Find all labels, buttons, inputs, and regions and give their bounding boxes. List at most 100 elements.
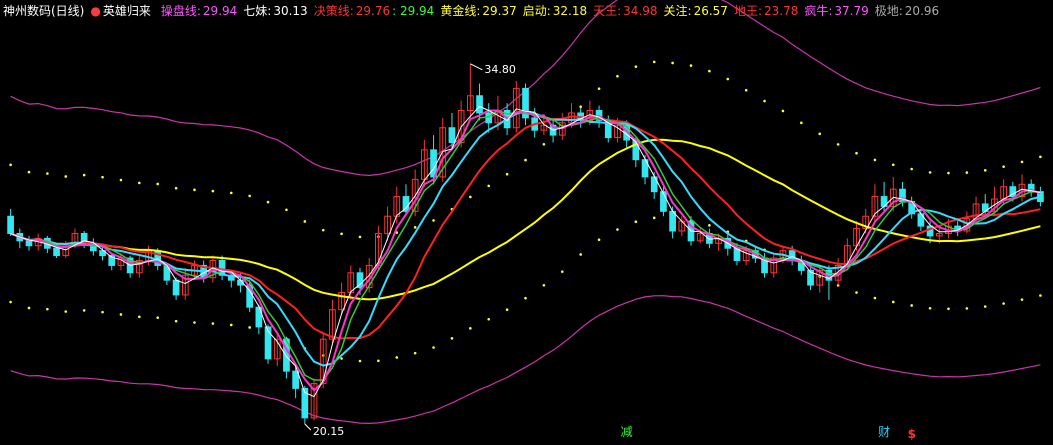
indicator-label: 决策线: <box>313 4 354 18</box>
indicator-value: 37.79 <box>834 4 869 18</box>
candle-body <box>448 127 456 143</box>
signal-finance-marker[interactable]: 财 <box>878 426 890 438</box>
low-price-label: 20.15 <box>312 425 345 439</box>
upper-dot-band-point <box>726 77 730 81</box>
upper-dot-band-point <box>27 170 31 174</box>
upper-dot-band-point <box>928 171 932 174</box>
lower-dot-band-point <box>450 337 454 340</box>
lower-dot-band-point <box>395 356 399 359</box>
upper-dot-band-point <box>119 178 123 182</box>
upper-dot-band-point <box>469 195 472 199</box>
upper-dot-band-point <box>487 184 491 188</box>
upper-dot-band-point <box>910 167 913 171</box>
low-pointer <box>304 423 312 431</box>
indicator-value: 20.96 <box>904 4 940 18</box>
upper-dot-band-point <box>138 181 141 185</box>
upper-dot-band-point <box>542 143 546 146</box>
upper-dot-band-point <box>156 182 160 186</box>
lower-dot-band-point <box>119 313 123 316</box>
upper-dot-band-point <box>579 105 582 109</box>
upper-dot-band-point <box>781 109 785 113</box>
upper-dot-band-point <box>248 194 251 198</box>
upper-dot-band-point <box>432 219 435 222</box>
lower-dot-band-point <box>174 319 178 323</box>
indicator-value: 32.18 <box>552 4 588 18</box>
signal-dollar-marker[interactable]: $ <box>908 428 916 440</box>
lower-dot-band-point <box>1020 298 1024 301</box>
signal-reduce-marker[interactable]: 减 <box>621 426 633 438</box>
upper-dot-band-point <box>708 69 711 73</box>
lower-dot-band-point <box>928 306 932 310</box>
candle-body <box>485 112 493 124</box>
upper-dot-band-point <box>634 65 638 68</box>
candle-body <box>255 306 263 328</box>
candle-body <box>292 370 299 389</box>
indicator-value: 34.98 <box>623 4 658 18</box>
lower-dot-band-point <box>1002 302 1005 305</box>
upper-dot-band-point <box>174 186 178 190</box>
lower-dot-band-point <box>229 323 233 327</box>
indicator-label: 极地: <box>874 4 903 18</box>
upper-dot-band-point <box>321 228 325 232</box>
upper-dot-band-point <box>303 220 307 223</box>
lower-dot-band-point <box>432 346 435 349</box>
high-price-label: 34.80 <box>484 62 516 76</box>
upper-dot-band-point <box>505 172 509 176</box>
lower-dot-band-point <box>211 322 215 325</box>
upper-dot-band-point <box>193 188 196 192</box>
lower-dot-band-point <box>634 220 638 224</box>
chart-title: 神州数码(日线) <box>3 4 85 18</box>
lower-dot-band-point <box>358 359 362 363</box>
upper-dot-band-point <box>597 87 601 90</box>
lower-dot-band-point <box>965 307 969 310</box>
indicator-name[interactable]: 英雄归来 <box>103 0 151 22</box>
indicator-value: 26.57 <box>693 4 728 18</box>
lower-dot-band-point <box>377 359 380 363</box>
kline-chart[interactable] <box>0 0 1053 445</box>
lower-dot-band-point <box>708 224 711 227</box>
indicator-marker-icon: ● <box>90 4 101 18</box>
lower-dot-band-point <box>156 316 160 319</box>
upper-dot-band-point <box>965 171 969 174</box>
green-ma-line <box>10 109 1041 381</box>
upper-dot-band-point <box>671 61 674 65</box>
lower-dot-band-point <box>560 270 564 273</box>
upper-dot-band-point <box>524 158 527 162</box>
lower-band-line <box>10 295 1041 425</box>
lower-dot-band-point <box>487 317 491 321</box>
indicator-label: 关注: <box>663 4 692 18</box>
upper-dot-band-point <box>211 189 215 193</box>
upper-dot-band-point <box>800 121 803 125</box>
indicator-label: 七妹: <box>243 4 272 18</box>
upper-dot-band-point <box>9 163 12 167</box>
lower-dot-band-point <box>579 253 582 256</box>
lower-dot-band-point <box>248 326 251 329</box>
indicator-label: 操盘线: <box>160 4 201 18</box>
upper-dot-band-point <box>744 88 748 92</box>
lower-dot-band-point <box>101 310 104 314</box>
high-pointer <box>470 63 483 71</box>
operation-line <box>10 109 1041 392</box>
lower-dot-band-point <box>469 327 472 330</box>
candle-body <box>25 240 33 247</box>
lower-dot-band-point <box>193 321 196 324</box>
lower-dot-band-point <box>983 305 987 308</box>
upper-dot-band-point <box>689 64 693 67</box>
indicator-value: 30.13 <box>273 4 308 18</box>
lower-dot-band-point <box>891 300 895 304</box>
upper-dot-band-point <box>82 173 86 177</box>
upper-dot-band-point <box>947 171 950 175</box>
lower-dot-band-point <box>616 228 619 231</box>
decision-line <box>10 115 1041 340</box>
lower-dot-band-point <box>82 309 86 312</box>
lower-dot-band-point <box>1039 294 1042 297</box>
lower-dot-band-point <box>413 351 417 355</box>
upper-dot-band-point <box>616 74 619 78</box>
upper-dot-band-point <box>855 151 858 155</box>
lower-dot-band-point <box>947 307 950 311</box>
indicator-value: 23.78 <box>763 4 799 18</box>
indicator-value: 29.76 <box>355 4 391 18</box>
indicator-label: 地王: <box>733 4 762 18</box>
indicator-values: 操盘线: 29.94 七妹: 30.13 决策线: 29.76: 29.94 黄金线: 29.… <box>161 0 945 22</box>
lower-dot-band-point <box>27 306 31 310</box>
